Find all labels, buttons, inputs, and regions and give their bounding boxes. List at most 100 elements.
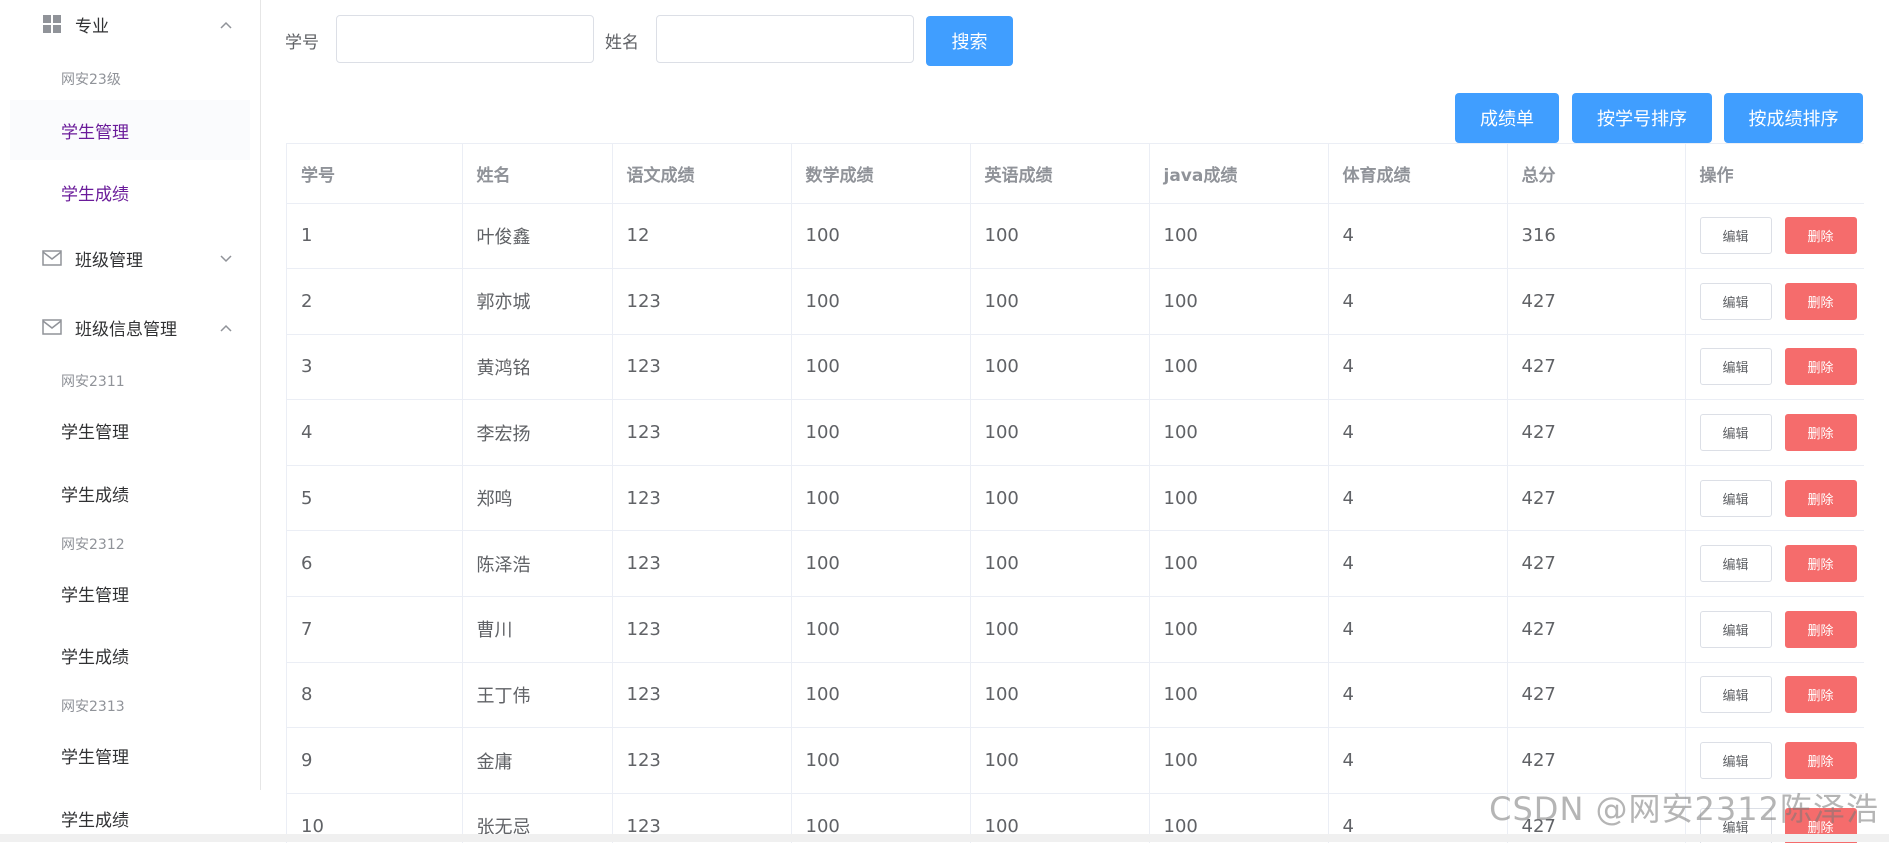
header-english: 英语成绩 [970,144,1150,204]
menu-item-2312-student-management[interactable]: 学生管理 [10,563,250,623]
cell-java: 100 [1149,203,1329,270]
cell-name: 郑鸣 [462,465,613,532]
table-row: 7 曹川 123 100 100 100 4 427 编辑 删除 [287,596,1864,663]
cell-english: 100 [970,596,1150,663]
student-id-input[interactable] [336,15,594,63]
cell-math: 100 [791,399,971,466]
submenu-class-info-label: 班级信息管理 [75,319,177,340]
cell-pe: 4 [1328,203,1508,270]
header-java: java成绩 [1149,144,1329,204]
cell-english: 100 [970,662,1150,729]
cell-name: 王丁伟 [462,662,613,729]
scores-table: 学号 姓名 语文成绩 数学成绩 英语成绩 java成绩 体育成绩 总分 操作 1… [286,143,1864,843]
delete-button[interactable]: 删除 [1784,414,1857,452]
cell-java: 100 [1149,662,1329,729]
chevron-up-icon [220,14,232,34]
edit-button[interactable]: 编辑 [1699,414,1772,452]
cell-chinese: 123 [612,334,792,401]
delete-button[interactable]: 删除 [1784,676,1857,714]
table-row: 4 李宏扬 123 100 100 100 4 427 编辑 删除 [287,399,1864,466]
cell-student-id: 9 [287,727,463,794]
menu-item-2311-student-scores[interactable]: 学生成绩 [10,463,250,523]
delete-button[interactable]: 删除 [1784,742,1857,780]
menu-item-student-scores[interactable]: 学生成绩 [10,162,250,222]
menu-item-2312-student-scores[interactable]: 学生成绩 [10,625,250,685]
cell-actions: 编辑 删除 [1685,334,1864,401]
cell-actions: 编辑 删除 [1685,662,1864,729]
cell-java: 100 [1149,268,1329,335]
delete-button[interactable]: 删除 [1784,479,1857,517]
sort-by-id-button[interactable]: 按学号排序 [1572,93,1712,143]
menu-item-2311-student-management[interactable]: 学生管理 [10,400,250,460]
cell-student-id: 8 [287,662,463,729]
cell-math: 100 [791,334,971,401]
cell-name: 曹川 [462,596,613,663]
cell-total: 427 [1507,399,1686,466]
cell-math: 100 [791,530,971,598]
cell-actions: 编辑 删除 [1685,596,1864,663]
bottom-scrollbar[interactable] [0,834,1889,842]
sort-by-score-button[interactable]: 按成绩排序 [1724,93,1863,143]
edit-button[interactable]: 编辑 [1699,676,1772,714]
sidebar: 专业 网安23级 学生管理 学生成绩 班级管理 班级信息管理 网安2311 学生… [0,0,261,790]
student-id-label: 学号 [285,33,319,53]
cell-total: 427 [1507,334,1686,401]
submenu-class-info[interactable]: 班级信息管理 [10,297,259,357]
cell-math: 100 [791,596,971,663]
cell-java: 100 [1149,399,1329,466]
cell-java: 100 [1149,465,1329,532]
search-button[interactable]: 搜索 [926,16,1013,66]
name-input[interactable] [656,15,914,63]
group-title-2313: 网安2313 [61,699,125,715]
submenu-major[interactable]: 专业 [10,0,259,54]
cell-student-id: 3 [287,334,463,401]
cell-java: 100 [1149,727,1329,794]
cell-english: 100 [970,268,1150,335]
cell-math: 100 [791,662,971,729]
cell-pe: 4 [1328,727,1508,794]
delete-button[interactable]: 删除 [1784,217,1857,255]
delete-button[interactable]: 删除 [1784,610,1857,648]
cell-pe: 4 [1328,465,1508,532]
cell-math: 100 [791,465,971,532]
cell-chinese: 123 [612,465,792,532]
cell-actions: 编辑 删除 [1685,530,1864,598]
delete-button[interactable]: 删除 [1784,348,1857,386]
group-title-2311: 网安2311 [61,374,125,390]
table-row: 6 陈泽浩 123 100 100 100 4 427 编辑 删除 [287,530,1864,598]
cell-chinese: 123 [612,596,792,663]
edit-button[interactable]: 编辑 [1699,479,1772,517]
report-card-button[interactable]: 成绩单 [1455,93,1559,143]
menu-item-label: 学生管理 [61,585,129,606]
cell-total: 427 [1507,530,1686,598]
cell-student-id: 4 [287,399,463,466]
submenu-class-management[interactable]: 班级管理 [10,228,259,288]
menu-item-student-management[interactable]: 学生管理 [10,100,250,160]
menu-item-label: 学生成绩 [61,184,129,205]
delete-button[interactable]: 删除 [1784,282,1857,320]
cell-pe: 4 [1328,662,1508,729]
submenu-class-management-label: 班级管理 [75,250,143,271]
table-row: 5 郑鸣 123 100 100 100 4 427 编辑 删除 [287,465,1864,532]
cell-name: 叶俊鑫 [462,203,613,270]
menu-item-2313-student-management[interactable]: 学生管理 [10,725,250,785]
cell-actions: 编辑 删除 [1685,465,1864,532]
edit-button[interactable]: 编辑 [1699,348,1772,386]
cell-student-id: 7 [287,596,463,663]
cell-name: 陈泽浩 [462,530,613,598]
edit-button[interactable]: 编辑 [1699,545,1772,583]
menu-item-label: 学生成绩 [61,810,129,831]
cell-total: 427 [1507,268,1686,335]
cell-total: 316 [1507,203,1686,270]
edit-button[interactable]: 编辑 [1699,217,1772,255]
edit-button[interactable]: 编辑 [1699,610,1772,648]
delete-button[interactable]: 删除 [1784,545,1857,583]
edit-button[interactable]: 编辑 [1699,742,1772,780]
menu-item-label: 学生成绩 [61,647,129,668]
cell-math: 100 [791,727,971,794]
cell-name: 李宏扬 [462,399,613,466]
edit-button[interactable]: 编辑 [1699,282,1772,320]
table-row: 2 郭亦城 123 100 100 100 4 427 编辑 删除 [287,268,1864,335]
mail-icon [41,250,63,266]
cell-english: 100 [970,465,1150,532]
